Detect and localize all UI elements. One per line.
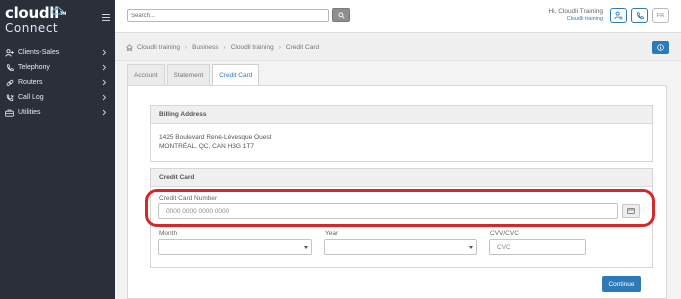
breadcrumb-item[interactable]: Business [192,44,218,51]
sidebar-item-label: Routers [18,79,43,86]
credit-card-number-input[interactable] [158,203,618,219]
breadcrumb-current: Credit Card [285,44,320,51]
breadcrumb-bar: Cloudli training › Business › Cloudli tr… [115,33,681,61]
breadcrumb-separator: › [185,44,188,51]
cvc-label: CVV/CVC [490,230,519,237]
search-icon [337,11,345,19]
sidebar-item-label: Utilities [18,109,41,116]
info-button[interactable] [652,41,669,54]
info-icon [657,44,664,51]
user-profile-button[interactable] [610,8,627,23]
billing-address: 1425 Boulevard René-Lévesque Ouest MONTR… [151,124,652,151]
sidebar-item-label: Call Log [18,94,44,101]
sidebar-item-clients-sales[interactable]: Clients-Sales [0,45,115,60]
chevron-right-icon [102,94,107,101]
credit-card-number-label: Credit Card Number [159,195,218,202]
credit-card-panel: Credit Card Credit Card Number Month Yea… [150,168,653,268]
user-company-link[interactable]: Cloudli training [567,16,603,22]
breadcrumb-item[interactable]: Cloudli training [137,44,180,51]
sidebar-item-call-log[interactable]: Call Log [0,90,115,105]
user-plus-icon [5,48,14,57]
caret-down-icon [304,246,308,249]
phone-icon [636,11,644,19]
search-button[interactable] [332,8,350,22]
call-log-icon [5,93,14,102]
breadcrumb-separator: › [223,44,226,51]
menu-toggle-icon[interactable] [102,14,110,21]
month-label: Month [159,230,178,237]
chevron-right-icon [102,64,107,71]
top-bar: Hi, Cloudli Training Cloudli training FR [115,0,681,33]
credit-card-icon [627,208,635,214]
sidebar-item-telephony[interactable]: Telephony [0,60,115,75]
tab-content: Billing Address 1425 Boulevard René-Léve… [127,85,667,299]
breadcrumb: Cloudli training › Business › Cloudli tr… [126,44,319,51]
card-type-button[interactable] [622,204,640,218]
tab-bar: Account Statement Credit Card [127,64,261,85]
cvc-input[interactable] [489,239,586,255]
phone-icon [5,63,14,72]
caret-down-icon [469,246,473,249]
tab-statement[interactable]: Statement [166,64,211,85]
sidebar-nav: Clients-Sales Telephony Routers Call Log [0,45,115,120]
sidebar: cloudliTM Connect Clients-Sales Telephon… [0,0,115,299]
year-label: Year [325,230,339,237]
briefcase-icon [5,108,14,117]
phone-button[interactable] [631,8,648,23]
tab-account[interactable]: Account [127,64,165,85]
address-line-2: MONTRÉAL, QC, CAN H3G 1T7 [159,143,254,150]
cloud-logo-icon [51,7,63,15]
link-icon [5,78,14,87]
brand-name-bottom: Connect [5,21,59,35]
sidebar-item-label: Clients-Sales [18,49,60,56]
chevron-right-icon [102,79,107,86]
user-settings-icon [614,11,623,20]
user-greeting: Hi, Cloudli Training [548,8,603,15]
continue-button[interactable]: Continue [602,276,641,292]
credit-card-title: Credit Card [151,169,652,187]
language-button[interactable]: FR [652,8,669,23]
breadcrumb-item[interactable]: Cloudli training [231,44,274,51]
chevron-right-icon [102,49,107,56]
search-input[interactable] [127,9,329,22]
billing-address-panel: Billing Address 1425 Boulevard René-Léve… [150,105,653,162]
sidebar-item-utilities[interactable]: Utilities [0,105,115,120]
month-select[interactable] [158,239,312,255]
address-line-1: 1425 Boulevard René-Lévesque Ouest [159,134,272,141]
year-select[interactable] [324,239,477,255]
cloudli-logo[interactable]: cloudliTM Connect [5,6,75,40]
sidebar-item-label: Telephony [18,64,50,71]
chevron-right-icon [102,109,107,116]
breadcrumb-separator: › [278,44,281,51]
home-icon[interactable] [126,44,133,51]
tab-credit-card[interactable]: Credit Card [212,64,260,85]
sidebar-item-routers[interactable]: Routers [0,75,115,90]
billing-address-title: Billing Address [151,106,652,124]
